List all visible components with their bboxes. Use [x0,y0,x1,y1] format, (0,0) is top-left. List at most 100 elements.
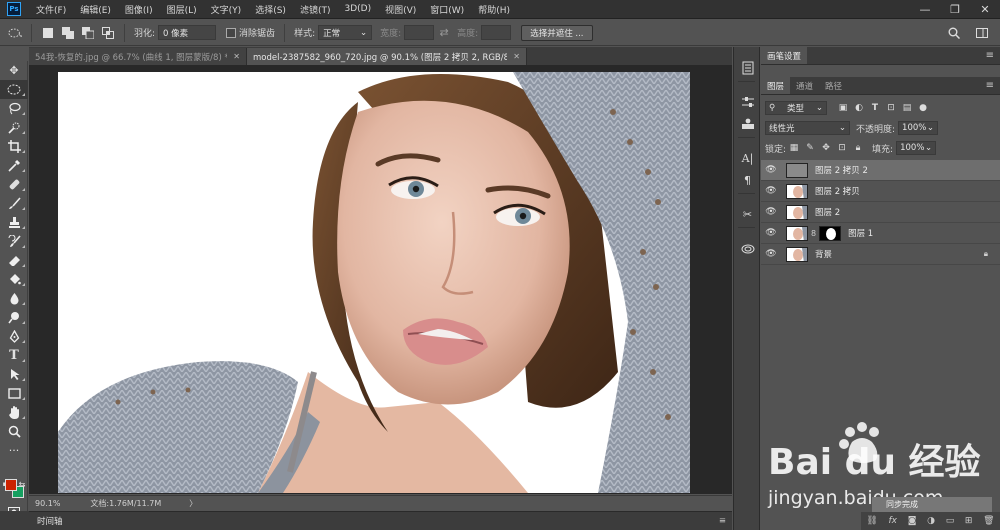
new-selection-icon[interactable] [41,26,55,40]
opacity-input[interactable]: 100% ⌄ [898,121,939,135]
rectangle-tool-icon[interactable] [0,384,28,403]
style-select[interactable]: 正常 ⌄ [318,25,373,40]
add-selection-icon[interactable] [61,26,75,40]
elliptical-marquee-tool-icon[interactable] [0,80,28,99]
restore-button[interactable]: ❐ [940,0,970,19]
type-tool-icon[interactable]: T [0,346,28,365]
history-brush-tool-icon[interactable] [0,232,28,251]
foreground-color-swatch[interactable] [5,479,17,491]
menu-file[interactable]: 文件(F) [29,3,73,16]
eyedropper-tool-icon[interactable] [0,156,28,175]
subtract-selection-icon[interactable] [81,26,95,40]
tab-paths[interactable]: 路径 [819,77,848,94]
menu-select[interactable]: 选择(S) [248,3,293,16]
menu-image[interactable]: 图像(I) [118,3,160,16]
eraser-tool-icon[interactable] [0,251,28,270]
character-panel-icon[interactable]: A| [734,147,761,169]
lock-artboard-icon[interactable]: ⊡ [836,142,848,154]
tab-channels[interactable]: 通道 [790,77,819,94]
quick-selection-tool-icon[interactable] [0,118,28,137]
tab-doc-2[interactable]: model-2387582_960_720.jpg @ 90.1% (图层 2 … [247,48,527,65]
filter-adjustment-icon[interactable]: ◐ [853,102,865,114]
link-layers-icon[interactable]: ⛓ [866,516,877,526]
visibility-eye-icon[interactable]: 👁︎ [761,186,781,196]
zoom-tool-icon[interactable] [0,422,28,441]
close-button[interactable]: ✕ [970,0,1000,19]
healing-brush-tool-icon[interactable] [0,175,28,194]
antialias-checkbox[interactable] [226,27,237,38]
add-mask-icon[interactable]: ◙ [908,516,917,526]
intersect-selection-icon[interactable] [101,26,115,40]
properties-panel-icon[interactable] [734,113,761,135]
swap-dimensions-icon[interactable]: ⇄ [437,26,451,40]
new-layer-icon[interactable]: ⊞ [965,516,973,526]
close-icon[interactable]: ✕ [233,52,240,61]
new-group-icon[interactable]: ▭ [946,516,955,526]
visibility-eye-icon[interactable]: 👁︎ [761,228,781,238]
feather-input[interactable]: 0 像素 [158,25,217,40]
tab-doc-1[interactable]: 54我-恢复的.jpg @ 66.7% (曲线 1, 图层蒙版/8) * ✕ [29,48,247,65]
menu-edit[interactable]: 编辑(E) [73,3,118,16]
panel-menu-icon[interactable]: ≡ [719,516,726,526]
timeline-panel-tab[interactable]: 时间轴 ≡ [29,511,732,530]
visibility-eye-icon[interactable]: 👁︎ [761,249,781,259]
lock-all-icon[interactable]: 🔒︎ [852,142,864,154]
libraries-panel-icon[interactable] [734,237,761,259]
dodge-tool-icon[interactable] [0,308,28,327]
menu-layer[interactable]: 图层(L) [160,3,204,16]
visibility-eye-icon[interactable]: 👁︎ [761,165,781,175]
fill-input[interactable]: 100% ⌄ [896,141,937,155]
link-chain-icon[interactable]: 8 [811,229,816,238]
height-input[interactable] [481,25,512,40]
workspace-icon[interactable] [975,26,989,40]
adjustments-panel-icon[interactable] [734,91,761,113]
panel-menu-icon[interactable]: ≡ [986,80,994,91]
minimize-button[interactable]: — [910,0,940,19]
hand-tool-icon[interactable] [0,403,28,422]
elliptical-marquee-preset-icon[interactable] [8,26,22,40]
pen-tool-icon[interactable] [0,327,28,346]
zoom-level[interactable]: 90.1% [35,499,60,508]
panel-menu-icon[interactable]: ≡ [986,50,994,61]
filter-toggle-icon[interactable]: ● [917,102,929,114]
tool-presets-icon[interactable]: ✂ [734,203,761,225]
search-icon[interactable] [947,26,961,40]
lock-image-icon[interactable]: ✎ [804,142,816,154]
layer-row[interactable]: 👁︎ 图层 2 [761,202,1000,223]
tab-brush-settings[interactable]: 画笔设置 [761,47,808,64]
layer-mask-thumbnail[interactable] [819,225,842,241]
close-icon[interactable]: ✕ [513,52,520,61]
swap-colors-icon[interactable]: ⇆ [16,479,28,489]
new-adjustment-layer-icon[interactable]: ◑ [927,516,935,526]
clone-stamp-tool-icon[interactable] [0,213,28,232]
layer-row[interactable]: 👁︎ 8 图层 1 [761,223,1000,244]
path-selection-tool-icon[interactable] [0,365,28,384]
tab-layers[interactable]: 图层 [761,77,791,94]
menu-help[interactable]: 帮助(H) [471,3,517,16]
filter-shape-icon[interactable]: ⊡ [885,102,897,114]
more-tools-icon[interactable]: ··· [0,441,28,460]
layer-row[interactable]: 👁︎ 背景 🔒︎ [761,244,1000,265]
delete-layer-icon[interactable]: 🗑︎ [983,516,994,526]
canvas-area[interactable] [29,65,732,494]
history-panel-icon[interactable] [734,57,761,79]
lock-transparent-icon[interactable]: ▦ [788,142,800,154]
document-photo[interactable] [58,72,690,493]
status-menu-arrow[interactable]: 〉 [189,498,197,509]
filter-type-icon[interactable]: T [869,102,881,114]
crop-tool-icon[interactable] [0,137,28,156]
select-and-mask-button[interactable]: 选择并遮住 ... [521,24,593,41]
paragraph-panel-icon[interactable]: ¶ [734,169,761,191]
brush-tool-icon[interactable] [0,194,28,213]
layer-filter-select[interactable]: ⚲ 类型 ⌄ [765,101,827,115]
layer-style-icon[interactable]: fx [888,516,897,526]
menu-filter[interactable]: 滤镜(T) [293,3,338,16]
width-input[interactable] [404,25,435,40]
blur-tool-icon[interactable] [0,289,28,308]
menu-window[interactable]: 窗口(W) [423,3,471,16]
menu-3d[interactable]: 3D(D) [337,4,378,14]
lasso-tool-icon[interactable] [0,99,28,118]
layer-row[interactable]: 👁︎ 图层 2 拷贝 [761,181,1000,202]
filter-pixel-icon[interactable]: ▣ [837,102,849,114]
filter-smart-object-icon[interactable]: ▤ [901,102,913,114]
